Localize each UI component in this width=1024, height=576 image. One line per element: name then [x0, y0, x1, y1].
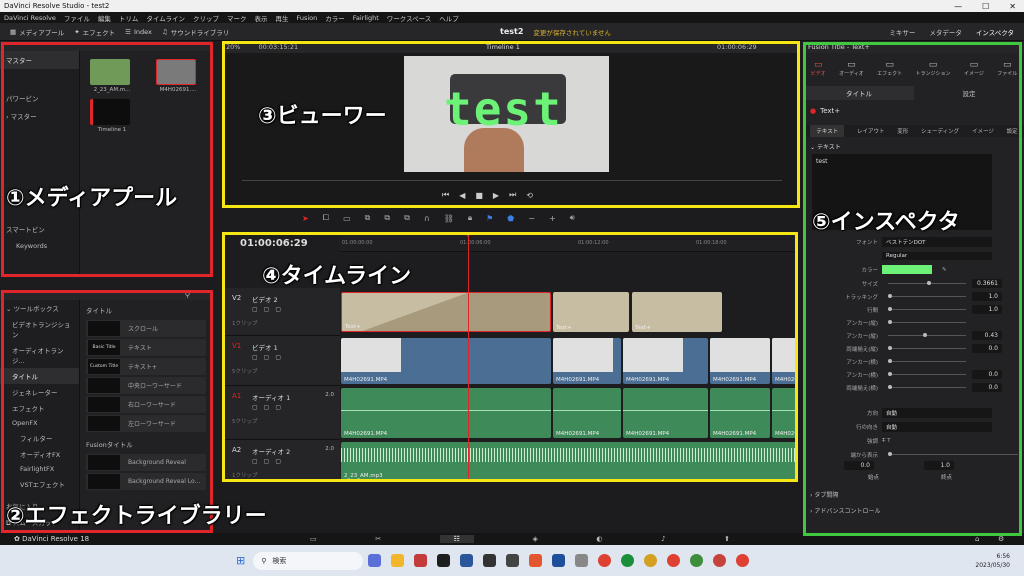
lock-icon[interactable]: 🔒︎ [468, 213, 472, 223]
trim-tool-icon[interactable]: ⧠ [323, 213, 329, 223]
unsaved-status: 変更が保存されていません [533, 28, 612, 37]
menu-item[interactable]: タイムライン [146, 13, 185, 23]
taskbar-search[interactable]: ⚲ 検索 [253, 551, 364, 570]
settings-gear-icon[interactable]: ⚙ [998, 535, 1004, 543]
edit-toolbar: ➤ ⧠ ▭ ⧉ ⧉ ⧉ ∩ ⛓ 🔒︎ ⚑ ⬟ − + 🔊︎ [222, 210, 798, 226]
search-icon: ⚲ [261, 556, 267, 565]
menu-item[interactable]: マーク [227, 13, 247, 23]
menu-item[interactable]: 表示 [254, 13, 267, 23]
annotation-label-timeline: ④タイムライン [262, 264, 412, 289]
fairlight-page-icon[interactable]: ♪ [661, 535, 665, 543]
fusion-page-icon[interactable]: ◈ [532, 535, 537, 543]
index-label: Index [133, 27, 152, 36]
effects-toggle[interactable]: ✦ エフェクト [74, 27, 115, 37]
app-logo-label: ✿ DaVinci Resolve 18 [14, 535, 90, 543]
start-icon[interactable]: ⊞ [236, 554, 245, 567]
sound-library-icon: ♫ [161, 27, 168, 36]
windows-taskbar: ⊞ ⚲ 検索 6:56 2023/05/30 [0, 545, 1024, 576]
menu-bar: DaVinci Resolve ファイル 編集 トリム タイムライン クリップ マーク 表示再… [0, 12, 1024, 23]
menu-item[interactable]: 編集 [98, 13, 111, 23]
chrome-icon[interactable] [667, 554, 681, 567]
project-name: test2 [500, 27, 524, 36]
mixer-toggle[interactable]: ミキサー [889, 27, 915, 37]
select-tool-icon[interactable]: ➤ [302, 214, 309, 223]
davinci-icon[interactable] [483, 554, 497, 567]
color-page-icon[interactable]: ◐ [596, 535, 602, 543]
link-icon[interactable]: ⛓ [444, 214, 454, 223]
effects-icon: ✦ [74, 27, 80, 36]
zoom-out-icon[interactable]: − [528, 214, 535, 223]
menu-item[interactable]: トリム [119, 13, 139, 23]
app-name: DaVinci Resolve 18 [22, 535, 90, 543]
app-icon[interactable] [575, 554, 589, 567]
marker-icon[interactable]: ⬟ [507, 214, 514, 223]
annotation-box-media-pool [1, 42, 213, 277]
menu-item[interactable]: 再生 [275, 13, 288, 23]
chrome-icon[interactable] [713, 554, 727, 567]
menu-item[interactable]: DaVinci Resolve [4, 14, 56, 22]
clock-time: 6:56 [996, 552, 1010, 560]
top-toolbar: ▦ メディアプール ✦ エフェクト ☰ Index ♫ サウンドライブラリ test2 … [0, 23, 1024, 41]
taskbar-clock[interactable]: 6:56 2023/05/30 [975, 552, 1010, 570]
annotation-label-viewer: ③ビューワー [258, 104, 387, 129]
menu-item[interactable]: カラー [325, 13, 345, 23]
annotation-label-media-pool: ①メディアプール [6, 186, 178, 211]
clock-date: 2023/05/30 [975, 561, 1010, 569]
menu-item[interactable]: ワークスペース [387, 13, 432, 23]
minimize-button[interactable]: — [954, 2, 962, 11]
inspector-toggle[interactable]: インスペクタ [976, 27, 1014, 37]
blade-tool-icon[interactable]: ▭ [343, 214, 351, 223]
flag-icon[interactable]: ⚑ [486, 214, 493, 223]
insert-clip-icon[interactable]: ⧉ [365, 213, 371, 223]
media-pool-icon: ▦ [10, 27, 17, 36]
folder-icon[interactable] [391, 554, 405, 567]
annotation-box-effects [1, 290, 213, 533]
overwrite-clip-icon[interactable]: ⧉ [384, 213, 390, 223]
media-pool-label: メディアプール [19, 28, 65, 37]
home-icon[interactable]: ⌂ [975, 535, 979, 543]
menu-item[interactable]: クリップ [193, 13, 219, 23]
menu-item[interactable]: ヘルプ [439, 13, 459, 23]
chrome-icon[interactable] [644, 554, 658, 567]
index-icon: ☰ [125, 27, 131, 36]
app-icon[interactable] [437, 554, 451, 567]
menu-item[interactable]: Fusion [296, 14, 317, 22]
taskbar-search-label: 検索 [272, 556, 287, 565]
chrome-icon[interactable] [598, 554, 612, 567]
app-icon[interactable] [368, 554, 382, 567]
media-pool-toggle[interactable]: ▦ メディアプール [10, 27, 64, 37]
app-icon[interactable] [414, 554, 428, 567]
zoom-in-icon[interactable]: + [549, 214, 556, 223]
close-button[interactable]: ✕ [1009, 2, 1016, 11]
index-toggle[interactable]: ☰ Index [125, 28, 152, 36]
effects-label: エフェクト [82, 28, 116, 37]
window-titlebar: DaVinci Resolve Studio - test2 — ☐ ✕ [0, 0, 1024, 12]
window-title: DaVinci Resolve Studio - test2 [4, 2, 110, 10]
chrome-icon[interactable] [690, 554, 704, 567]
app-icon[interactable] [506, 554, 520, 567]
sound-library-toggle[interactable]: ♫ サウンドライブラリ [162, 27, 229, 37]
replace-clip-icon[interactable]: ⧉ [404, 213, 410, 223]
metadata-toggle[interactable]: メタデータ [929, 27, 962, 37]
cut-page-icon[interactable]: ✂ [375, 535, 381, 543]
menu-item[interactable]: Fairlight [353, 14, 379, 22]
volume-icon[interactable]: 🔊︎ [570, 213, 575, 223]
deliver-page-icon[interactable]: ⬆ [724, 535, 730, 543]
app-icon[interactable] [552, 554, 566, 567]
app-icon[interactable] [460, 554, 474, 567]
sound-library-label: サウンドライブラリ [170, 28, 230, 37]
page-tabs: ▭ ✂ ☷ ◈ ◐ ♪ ⬆ [310, 533, 730, 545]
edit-page-icon[interactable]: ☷ [439, 535, 474, 543]
menu-item[interactable]: ファイル [64, 13, 90, 23]
annotation-box-inspector [803, 42, 1022, 536]
app-icon[interactable] [621, 554, 635, 567]
annotation-label-inspector: ⑤インスペクタ [812, 210, 960, 235]
annotation-label-effects: ②エフェクトライブラリー [6, 504, 267, 529]
app-icon[interactable] [529, 554, 543, 567]
maximize-button[interactable]: ☐ [982, 2, 989, 11]
chrome-icon[interactable] [736, 554, 750, 567]
media-page-icon[interactable]: ▭ [310, 535, 317, 543]
snapping-icon[interactable]: ∩ [424, 214, 430, 223]
